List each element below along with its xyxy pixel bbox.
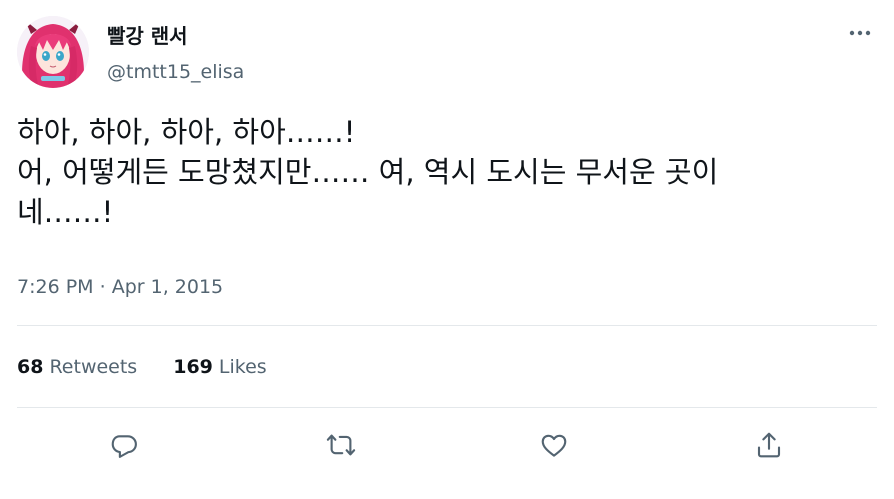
likes-stat[interactable]: 169 Likes xyxy=(173,353,266,381)
like-button[interactable] xyxy=(534,420,574,470)
retweets-stat[interactable]: 68 Retweets xyxy=(17,353,137,381)
share-icon xyxy=(757,432,781,458)
divider xyxy=(17,325,877,326)
avatar[interactable] xyxy=(17,16,89,88)
reply-icon xyxy=(111,435,137,458)
more-icon xyxy=(849,30,871,36)
retweet-button[interactable] xyxy=(321,420,361,470)
like-icon xyxy=(541,434,567,457)
tweet-text-line: 네……! xyxy=(17,195,114,229)
tweet-text: 하아, 하아, 하아, 하아……! 어, 어떻게든 도망쳤지만…… 여, 역시 … xyxy=(17,112,877,232)
tweet-stats: 68 Retweets 169 Likes xyxy=(17,353,303,381)
tweet-text-line: 하아, 하아, 하아, 하아……! xyxy=(17,115,356,149)
avatar-image xyxy=(17,16,89,88)
tweet-card: 빨강 랜서 @tmtt15_elisa 하아, 하아, 하아, 하아……! 어,… xyxy=(0,0,894,499)
timestamp-separator: · xyxy=(99,276,106,298)
display-name[interactable]: 빨강 랜서 xyxy=(107,22,188,50)
share-button[interactable] xyxy=(749,420,789,470)
more-options-button[interactable] xyxy=(842,20,878,46)
tweet-timestamp: 7:26 PM · Apr 1, 2015 xyxy=(17,273,223,301)
retweets-label: Retweets xyxy=(49,356,138,378)
likes-label: Likes xyxy=(218,356,267,378)
likes-count: 169 xyxy=(173,356,213,378)
retweet-icon xyxy=(326,434,356,456)
action-bar xyxy=(0,420,894,470)
tweet-text-line: 어, 어떻게든 도망쳤지만…… 여, 역시 도시는 무서운 곳이 xyxy=(17,155,719,189)
tweet-date[interactable]: Apr 1, 2015 xyxy=(112,276,223,298)
divider xyxy=(17,407,877,408)
user-handle[interactable]: @tmtt15_elisa xyxy=(107,58,244,86)
tweet-time[interactable]: 7:26 PM xyxy=(17,276,94,298)
retweets-count: 68 xyxy=(17,356,44,378)
reply-button[interactable] xyxy=(104,420,144,470)
